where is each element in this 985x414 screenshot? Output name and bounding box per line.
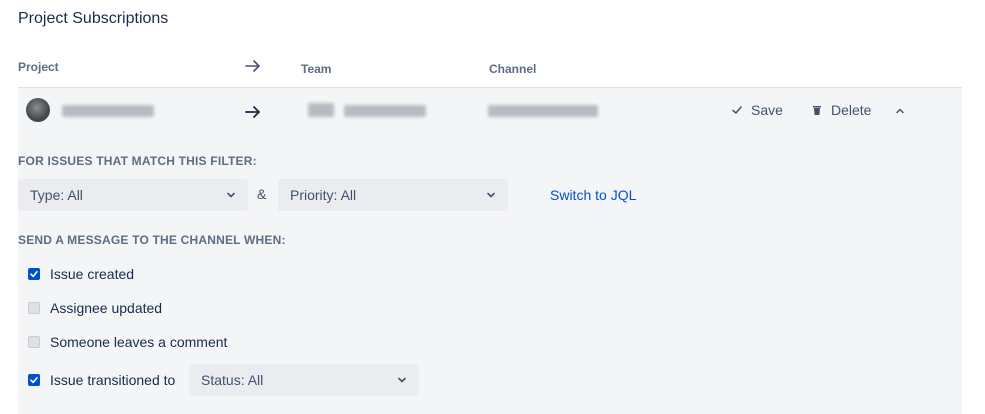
status-select-value: Status: All [201, 372, 264, 388]
team-avatar-redacted [308, 103, 334, 117]
check-icon [732, 106, 742, 114]
chevron-down-icon [227, 192, 235, 198]
channel-name-redacted [488, 105, 598, 117]
status-select[interactable]: Status: All [189, 364, 419, 396]
check-icon [30, 377, 38, 384]
checkbox-checked[interactable] [28, 268, 40, 280]
trash-icon [813, 106, 821, 115]
column-header-project: Project [18, 60, 59, 74]
project-name-redacted [62, 105, 154, 117]
page-title: Project Subscriptions [18, 10, 169, 27]
type-select[interactable]: Type: All [18, 179, 248, 211]
event-label: Issue transitioned to [50, 372, 176, 388]
arrow-right-icon [245, 60, 260, 72]
chevron-down-icon [487, 192, 495, 198]
project-avatar [26, 98, 50, 122]
column-header-team: Team [301, 62, 332, 76]
event-assignee-updated[interactable]: Assignee updated [28, 300, 162, 316]
type-select-value: Type: All [30, 187, 83, 203]
event-issue-created[interactable]: Issue created [28, 266, 134, 282]
save-label: Save [751, 102, 783, 118]
delete-button[interactable]: Delete [811, 102, 871, 118]
priority-select-value: Priority: All [290, 187, 357, 203]
chevron-up-icon[interactable] [895, 106, 905, 116]
event-comment[interactable]: Someone leaves a comment [28, 334, 227, 350]
column-header-channel: Channel [489, 62, 537, 76]
subscription-panel [18, 88, 962, 414]
arrow-right-icon [245, 106, 260, 118]
events-section-label: SEND A MESSAGE TO THE CHANNEL WHEN: [18, 233, 286, 247]
checkbox-unchecked[interactable] [28, 302, 40, 314]
checkbox-unchecked[interactable] [28, 336, 40, 348]
check-icon [30, 271, 38, 278]
delete-label: Delete [831, 102, 872, 118]
filter-section-label: FOR ISSUES THAT MATCH THIS FILTER: [18, 154, 257, 168]
event-issue-transitioned[interactable]: Issue transitioned to [28, 372, 175, 388]
event-label: Issue created [50, 266, 135, 282]
save-button[interactable]: Save [731, 102, 783, 118]
event-label: Someone leaves a comment [50, 334, 228, 350]
chevron-down-icon [398, 377, 406, 383]
checkbox-checked[interactable] [28, 374, 40, 386]
filter-and-separator: & [257, 186, 267, 202]
event-label: Assignee updated [50, 300, 163, 316]
switch-to-jql-link[interactable]: Switch to JQL [550, 187, 636, 203]
team-name-redacted [344, 105, 426, 117]
priority-select[interactable]: Priority: All [278, 179, 508, 211]
